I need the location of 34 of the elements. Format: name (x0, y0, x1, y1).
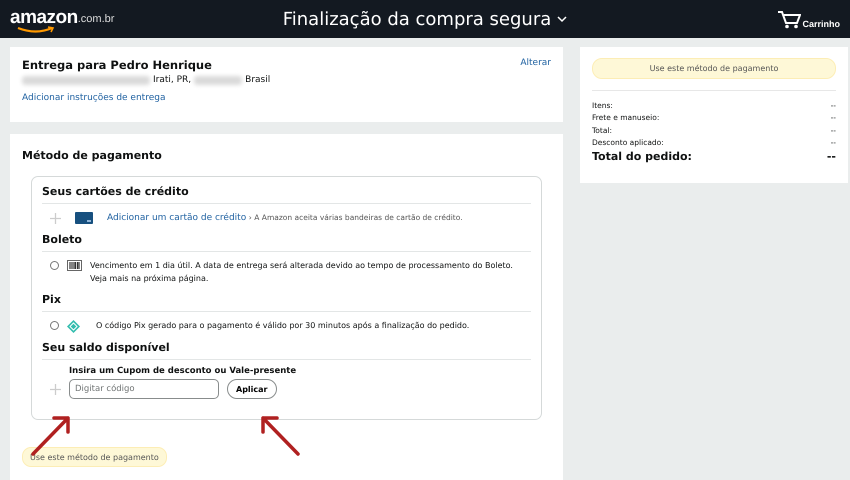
change-link[interactable]: Alterar (520, 58, 551, 72)
use-payment-method-button[interactable]: Use este método de pagamento (22, 447, 167, 467)
delivery-instructions-link[interactable]: Adicionar instruções de entrega (22, 93, 166, 103)
option-heading: Seus cartões de crédito (42, 185, 531, 204)
amazon-logo[interactable]: amazon.com.br (10, 8, 114, 34)
coupon-label: Insira um Cupom de desconto ou Vale-presente (69, 366, 298, 376)
add-card-link[interactable]: Adicionar um cartão de crédito (107, 213, 246, 223)
plus-icon (50, 212, 61, 224)
option-heading: Seu saldo disponível (42, 341, 531, 360)
option-heading: Boleto (42, 233, 531, 252)
delivery-heading: Entrega para Pedro Henrique (22, 58, 212, 72)
arrow-drawing (259, 413, 301, 457)
order-total-label: Total do pedido: (592, 149, 692, 164)
cart-icon (777, 9, 802, 29)
redacted-text (194, 76, 242, 84)
address-text: Brasil (245, 75, 270, 85)
option-description: O código Pix gerado para o pagamento é válido por 30 minutos após a finalização do pedido. (96, 320, 470, 332)
chevron-down-icon[interactable] (557, 16, 568, 22)
option-description: Vencimento em 1 dia útil. A data de entrega será alterada devido ao tempo de processamento do Boleto. Veja mais na próxima página. (90, 260, 514, 285)
plus-icon (50, 384, 61, 394)
option-heading: Pix (42, 293, 531, 312)
radio-button[interactable] (50, 321, 59, 330)
radio-button[interactable] (50, 261, 59, 270)
cart-button[interactable]: Carrinho (777, 9, 840, 29)
section-heading: Método de pagamento (22, 149, 163, 162)
page-title: Finalização da compra segura (282, 8, 552, 30)
apply-button[interactable]: Aplicar (227, 379, 276, 399)
use-payment-method-button[interactable]: Use este método de pagamento (592, 58, 836, 79)
barcode-icon (67, 260, 82, 271)
diamond-icon (67, 320, 80, 333)
order-total-value: -- (826, 149, 836, 164)
address-text: Irati, PR, (153, 75, 192, 85)
credit-card-icon (75, 212, 93, 224)
code-input-field[interactable]: Digitar código (69, 379, 219, 399)
